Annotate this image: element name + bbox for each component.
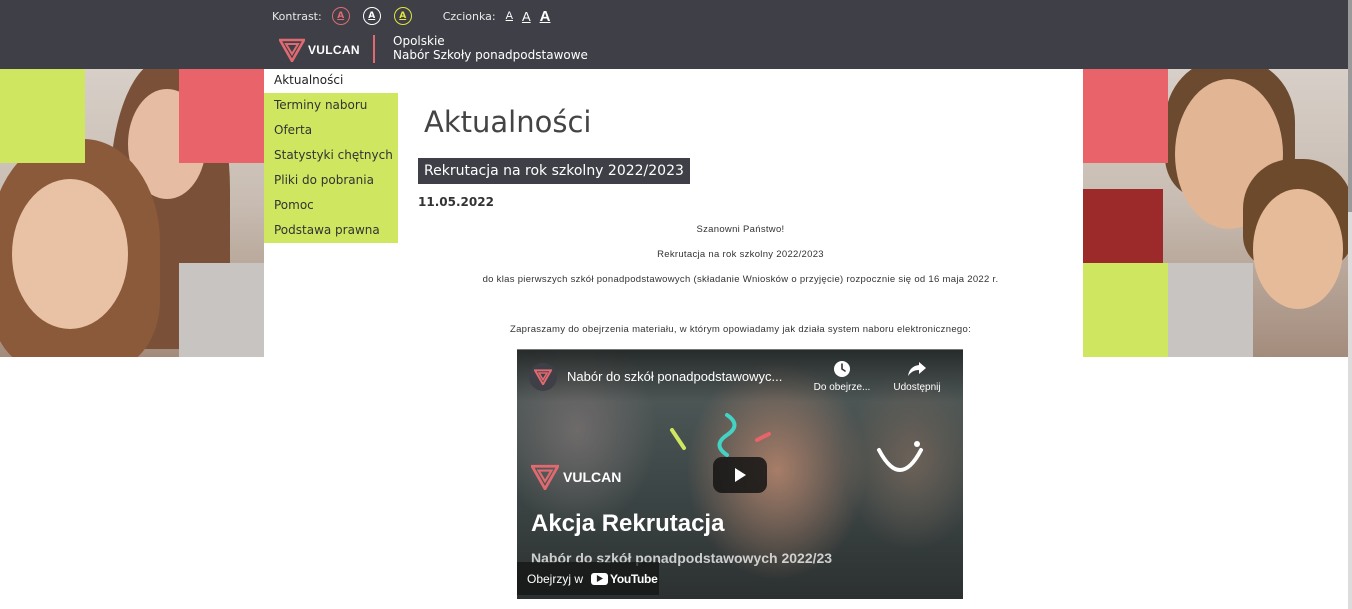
contrast-label: Kontrast:: [272, 9, 322, 23]
sidebar-item-podstawa-prawna[interactable]: Podstawa prawna: [264, 218, 398, 243]
clock-icon: [834, 361, 850, 377]
font-size-label: Czcionka:: [442, 9, 496, 23]
sidebar-item-pliki[interactable]: Pliki do pobrania: [264, 168, 398, 193]
contrast-default-button[interactable]: A: [331, 7, 350, 25]
font-large-button[interactable]: A: [540, 8, 551, 25]
video-vulcan-logo: VULCAN: [531, 464, 621, 490]
vulcan-logo[interactable]: VULCAN: [279, 37, 360, 63]
sidebar-item-terminy-naboru[interactable]: Terminy naboru: [264, 93, 398, 118]
accessibility-bar: Kontrast: A A A Czcionka: A A A: [272, 6, 559, 26]
brand-name[interactable]: Opolskie Nabór Szkoły ponadpodstawowe: [393, 34, 588, 62]
vulcan-logo-icon: [531, 464, 559, 490]
sidebar-item-statystyki[interactable]: Statystyki chętnych: [264, 143, 398, 168]
system-name: Nabór Szkoły ponadpodstawowe: [393, 48, 588, 62]
article-header: Rekrutacja na rok szkolny 2022/2023: [418, 158, 690, 184]
play-icon: [735, 468, 746, 482]
vulcan-logo-icon: [279, 38, 305, 62]
video-headline: Akcja Rekrutacja: [531, 510, 725, 537]
youtube-logo: YouTube: [591, 571, 658, 586]
video-logo-text: VULCAN: [563, 469, 622, 485]
font-small-button[interactable]: A: [506, 10, 513, 22]
font-medium-button[interactable]: A: [522, 9, 531, 24]
sidebar-item-oferta[interactable]: Oferta: [264, 118, 398, 143]
article-paragraph: Rekrutacja na rok szkolny 2022/2023: [657, 249, 824, 260]
header-divider: [373, 35, 375, 63]
logo-text: VULCAN: [308, 43, 360, 57]
region-name: Opolskie: [393, 34, 445, 48]
contrast-white-button[interactable]: A: [362, 7, 381, 25]
banner-photo-right: [1083, 69, 1348, 357]
youtube-video-embed[interactable]: Nabór do szkół ponadpodstawowyc... Do ob…: [517, 349, 963, 599]
channel-avatar[interactable]: [529, 363, 557, 391]
contrast-yellow-button[interactable]: A: [393, 7, 412, 25]
sidebar-item-aktualnosci[interactable]: Aktualności: [264, 69, 398, 93]
share-button[interactable]: Udostępnij: [887, 360, 947, 393]
sidebar-menu: Aktualności Terminy naboru Oferta Statys…: [264, 69, 398, 243]
banner-photo-left: [0, 69, 264, 357]
youtube-play-icon: [591, 572, 609, 585]
sidebar-item-pomoc[interactable]: Pomoc: [264, 193, 398, 218]
main-content: Aktualności Rekrutacja na rok szkolny 20…: [398, 69, 1083, 609]
article-paragraph: Zapraszamy do obejrzenia materiału, w kt…: [509, 324, 972, 335]
watch-on-youtube-button[interactable]: Obejrzyj w YouTube: [517, 562, 659, 595]
video-title[interactable]: Nabór do szkół ponadpodstawowyc...: [567, 369, 782, 384]
youtube-text: YouTube: [610, 571, 658, 586]
share-icon: [908, 362, 926, 376]
watch-on-label: Obejrzyj w: [527, 571, 584, 586]
article-date: 11.05.2022: [418, 195, 494, 209]
play-button[interactable]: [713, 457, 767, 493]
scrollbar-thumb[interactable]: [1348, 0, 1352, 212]
article-greeting: Szanowni Państwo!: [696, 224, 785, 235]
share-label: Udostępnij: [893, 382, 941, 393]
article-paragraph: do klas pierwszych szkół ponadpodstawowy…: [482, 274, 999, 285]
page-scrollbar[interactable]: [1348, 0, 1352, 609]
top-bar: Kontrast: A A A Czcionka: A A A VULCAN O…: [0, 0, 1352, 69]
watch-later-button[interactable]: Do obejrze...: [809, 360, 875, 393]
smile-decoration: [877, 441, 923, 472]
page-title: Aktualności: [424, 105, 592, 139]
vulcan-logo-icon: [534, 369, 552, 385]
watch-later-label: Do obejrze...: [813, 382, 871, 393]
